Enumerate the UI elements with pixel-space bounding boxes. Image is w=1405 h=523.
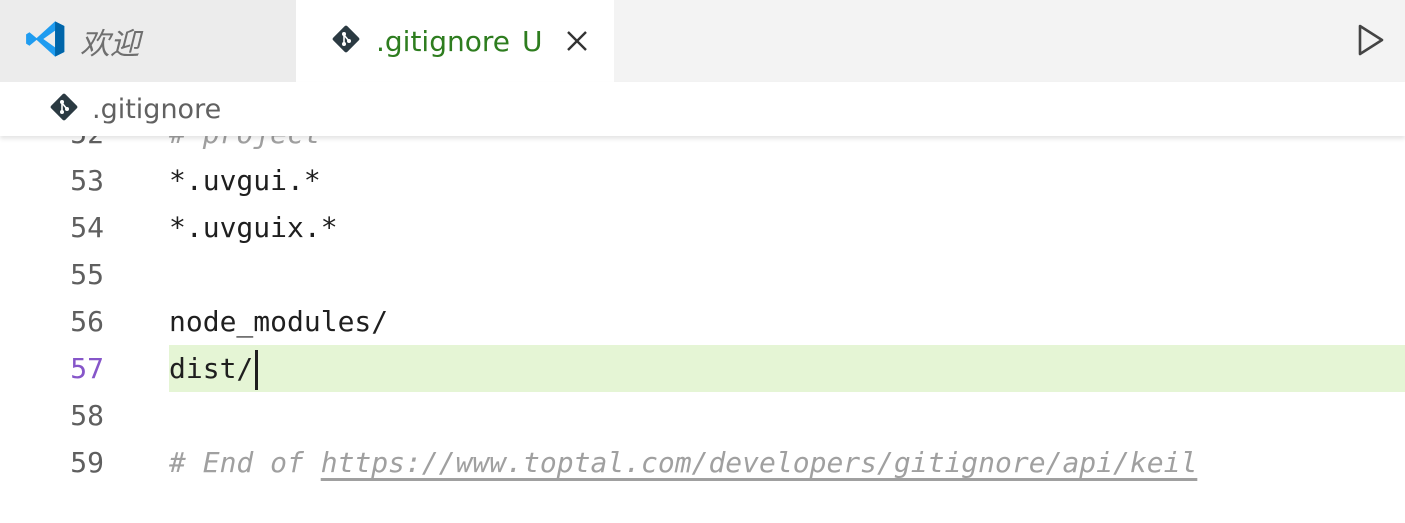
- git-file-icon: [50, 93, 78, 125]
- text-cursor: [255, 350, 259, 390]
- breadcrumb: .gitignore: [0, 82, 1405, 136]
- tab-welcome[interactable]: 欢迎: [0, 0, 296, 82]
- line-number: 57: [70, 352, 104, 385]
- line-number: 53: [70, 164, 104, 197]
- editor-line[interactable]: 52 # project: [0, 136, 1405, 157]
- editor-line[interactable]: 54 *.uvguix.*: [0, 204, 1405, 251]
- editor-line-current[interactable]: 57 dist/: [0, 345, 1405, 392]
- editor-line[interactable]: 58: [0, 392, 1405, 439]
- line-text: dist/: [169, 352, 254, 385]
- editor-line[interactable]: 56 node_modules/: [0, 298, 1405, 345]
- comment-link[interactable]: https://www.toptal.com/developers/gitign…: [321, 446, 1198, 479]
- comment-text: # End of: [169, 446, 321, 479]
- tab-gitignore[interactable]: .gitignore U: [296, 0, 614, 82]
- run-button[interactable]: [1353, 22, 1389, 58]
- untracked-badge: U: [521, 24, 543, 58]
- close-tab-button[interactable]: [564, 28, 590, 54]
- tab-welcome-label: 欢迎: [80, 27, 140, 62]
- editor-line[interactable]: 55: [0, 251, 1405, 298]
- editor-line[interactable]: 59 # End of https://www.toptal.com/devel…: [0, 439, 1405, 486]
- code-editor[interactable]: 52 # project 53 *.uvgui.* 54 *.uvguix.* …: [0, 136, 1405, 523]
- line-text: # project: [169, 136, 321, 150]
- play-icon: [1358, 24, 1384, 56]
- breadcrumb-item-file[interactable]: .gitignore: [92, 94, 221, 125]
- line-number: 58: [70, 399, 104, 432]
- line-number: 54: [70, 211, 104, 244]
- line-text: *.uvguix.*: [169, 211, 338, 244]
- line-number: 52: [0, 136, 104, 157]
- close-icon: [567, 31, 588, 51]
- git-file-icon: [332, 25, 360, 57]
- line-text: node_modules/: [169, 305, 389, 338]
- editor-line[interactable]: 53 *.uvgui.*: [0, 157, 1405, 204]
- line-number: 59: [70, 446, 104, 479]
- tab-gitignore-label: .gitignore: [376, 24, 510, 58]
- tab-bar: 欢迎 .gitignore U: [0, 0, 1405, 82]
- line-number: 55: [70, 258, 104, 291]
- line-text: *.uvgui.*: [169, 164, 321, 197]
- line-number: 56: [70, 305, 104, 338]
- vscode-logo-icon: [24, 18, 66, 64]
